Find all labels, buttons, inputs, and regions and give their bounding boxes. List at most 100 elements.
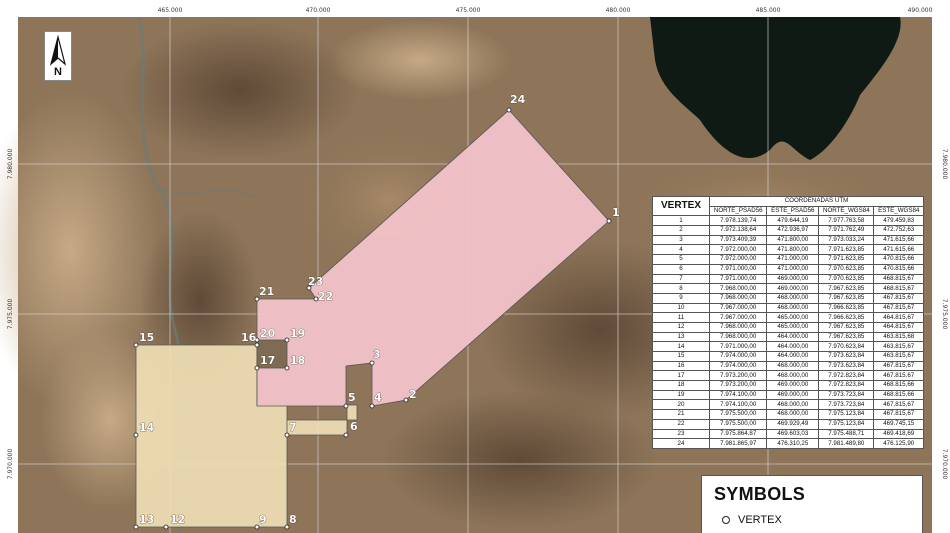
- vertex-label-24: 24: [510, 93, 526, 106]
- coordinate-cell: 7.975.488,71: [818, 428, 875, 440]
- coordinate-cell: 7.968.000,00: [708, 321, 768, 333]
- coordinate-cell: 7.968.000,00: [708, 292, 768, 304]
- table-row: 12 7.968.000,00 465.000,00 7.967.623,85 464.…: [652, 321, 924, 333]
- vertex-number-cell: 12: [652, 321, 710, 333]
- legend-item-vertex: VERTEX: [722, 514, 782, 526]
- coordinate-cell: 464.000,00: [766, 331, 820, 343]
- coordinate-cell: 7.967.000,00: [708, 312, 768, 323]
- vertex-number-cell: 1: [652, 215, 710, 227]
- coordinate-cell: 7.977.763,58: [818, 215, 875, 227]
- vertex-marker: [606, 218, 612, 224]
- y-tick-label: 7.980.000: [941, 149, 948, 180]
- coordinate-cell: 463.815,68: [873, 331, 924, 343]
- vertex-label-4: 4: [374, 391, 382, 404]
- table-row: 7 7.971.000,00 469.000,00 7.970.623,85 468.8…: [652, 273, 924, 285]
- coordinate-cell: 471.000,00: [766, 254, 820, 265]
- vertex-label-3: 3: [373, 348, 381, 361]
- coordinate-cell: 7.966.623,85: [818, 302, 875, 314]
- vertex-label-15: 15: [139, 331, 154, 344]
- symbols-legend: SYMBOLS VERTEX: [701, 475, 923, 533]
- coordinate-cell: 479.459,83: [873, 215, 924, 227]
- coordinate-cell: 7.971.000,00: [708, 341, 768, 352]
- table-row: 24 7.981.865,97 476.310,25 7.981.489,80 476.…: [652, 438, 924, 449]
- symbols-title: SYMBOLS: [714, 484, 806, 504]
- y-tick-label: 7.980.000: [7, 149, 14, 180]
- vertex-number-cell: 14: [652, 341, 710, 352]
- coordinate-cell: 476.310,25: [766, 438, 820, 449]
- coordinate-cell: 7.973.200,00: [708, 380, 768, 391]
- table-row: 13 7.968.000,00 464.000,00 7.967.623,85 463.…: [652, 331, 924, 343]
- coordinate-cell: 7.973.623,84: [818, 360, 875, 372]
- coordinate-cell: 468.000,00: [766, 370, 820, 382]
- coordinate-cell: 467.815,67: [873, 409, 924, 420]
- vertex-number-cell: 4: [652, 244, 710, 256]
- coordinate-cell: 7.967.000,00: [708, 302, 768, 314]
- coordinate-cell: 7.973.623,84: [818, 351, 875, 362]
- coordinate-cell: 465.000,00: [766, 312, 820, 323]
- coordinate-cell: 7.970.623,85: [818, 273, 875, 285]
- coordinate-cell: 472.752,63: [873, 225, 924, 236]
- vertex-number-cell: 20: [652, 399, 710, 411]
- y-tick-label: 7.975.000: [941, 299, 948, 330]
- coordinate-cell: 468.815,66: [873, 380, 924, 391]
- coordinate-cell: 471.615,66: [873, 234, 924, 246]
- vertex-number-cell: 18: [652, 380, 710, 391]
- coordinate-cell: 7.974.000,00: [708, 351, 768, 362]
- vertex-number-cell: 13: [652, 331, 710, 343]
- table-row: 16 7.974.000,00 468.000,00 7.973.623,84 467.…: [652, 360, 924, 372]
- table-row: 11 7.967.000,00 465.000,00 7.966.623,85 464.…: [652, 312, 924, 323]
- table-row: 20 7.974.100,00 468.000,00 7.973.723,84 467.…: [652, 399, 924, 411]
- vertex-number-cell: 11: [652, 312, 710, 323]
- coordinate-cell: 7.981.865,97: [708, 438, 768, 449]
- coordinate-cell: 468.000,00: [766, 409, 820, 420]
- coordinate-cell: 469.000,00: [766, 283, 820, 294]
- coordinate-cell: 7.970.623,85: [818, 263, 875, 275]
- coordinate-cell: 467.815,67: [873, 360, 924, 372]
- vertex-label-14: 14: [139, 421, 155, 434]
- vertex-label-2: 2: [409, 388, 417, 401]
- vertex-label-20: 20: [260, 327, 276, 340]
- vertex-marker: [254, 365, 260, 371]
- coordinate-cell: 469.418,69: [873, 428, 924, 440]
- table-row: 14 7.971.000,00 464.000,00 7.970.623,84 463.…: [652, 341, 924, 352]
- table-row: 23 7.975.864,87 469.603,03 7.975.488,71 469.…: [652, 428, 924, 440]
- vertex-label-13: 13: [139, 513, 154, 526]
- y-tick-label: 7.970.000: [941, 449, 948, 480]
- vertex-table-body: 1 7.978.139,74 479.644,19 7.977.763,58 479.4…: [652, 215, 924, 449]
- vertex-marker: [403, 397, 409, 403]
- coordinate-cell: 468.000,00: [766, 292, 820, 304]
- coordinate-cell: 469.000,00: [766, 380, 820, 391]
- y-tick-label: 7.970.000: [7, 449, 14, 480]
- coordinate-cell: 463.815,67: [873, 351, 924, 362]
- coordinate-cell: 463.815,67: [873, 341, 924, 352]
- coordinate-cell: 7.967.623,85: [818, 331, 875, 343]
- table-row: 5 7.972.000,00 471.000,00 7.971.623,85 470.8…: [652, 254, 924, 265]
- coordinates-group-header: COORDENADAS UTM: [709, 196, 924, 207]
- vertex-number-cell: 17: [652, 370, 710, 382]
- coordinate-cell: 479.644,19: [766, 215, 820, 227]
- coordinate-cell: 470.815,66: [873, 263, 924, 275]
- vertex-marker: [133, 342, 139, 348]
- coordinate-cell: 7.974.100,00: [708, 389, 768, 401]
- coordinate-cell: 467.815,67: [873, 399, 924, 411]
- coordinate-cell: 468.000,00: [766, 302, 820, 314]
- coordinate-cell: 465.000,00: [766, 321, 820, 333]
- coordinate-cell: 7.973.409,39: [708, 234, 768, 246]
- vertex-table: VERTEX COORDENADAS UTM NORTE_PSAD56 ESTE…: [652, 195, 924, 449]
- vertex-label-9: 9: [259, 513, 267, 526]
- coordinate-cell: 468.000,00: [766, 399, 820, 411]
- vertex-number-cell: 7: [652, 273, 710, 285]
- coordinate-cell: 7.974.100,00: [708, 399, 768, 411]
- x-tick-label: 490.000: [908, 7, 933, 14]
- coordinate-cell: 470.815,66: [873, 254, 924, 265]
- vertex-label-1: 1: [612, 206, 620, 219]
- table-row: 6 7.971.000,00 471.000,00 7.970.623,85 470.8…: [652, 263, 924, 275]
- vertex-number-cell: 24: [652, 438, 710, 449]
- coordinate-cell: 7.973.723,84: [818, 399, 875, 411]
- vertex-label-18: 18: [290, 354, 305, 367]
- coordinate-cell: 7.972.138,64: [708, 225, 768, 236]
- coordinate-cell: 468.000,00: [766, 360, 820, 372]
- x-tick-label: 465.000: [158, 7, 183, 14]
- vertex-label-12: 12: [170, 513, 185, 526]
- coordinate-cell: 7.971.623,85: [818, 244, 875, 256]
